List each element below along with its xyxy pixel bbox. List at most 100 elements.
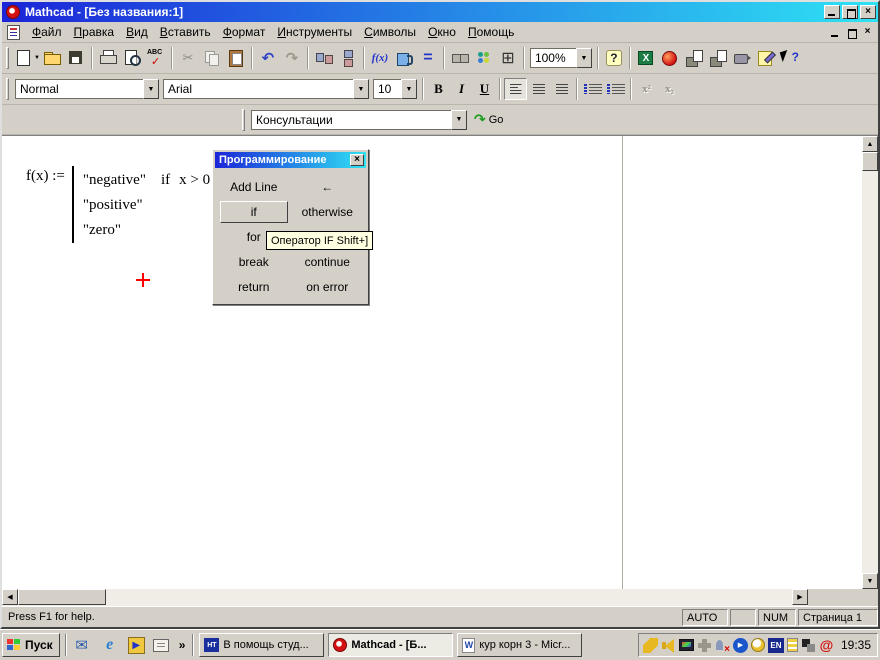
task-button-word-doc[interactable]: W кур корн 3 - Micr... [457, 633, 582, 657]
restore-button[interactable] [842, 5, 858, 19]
go-button[interactable]: ↷ Go [469, 109, 508, 131]
add-line-operator[interactable]: Add Line [230, 180, 277, 194]
horizontal-scroll-thumb[interactable] [18, 589, 106, 605]
mail-icon[interactable]: ✉ [72, 635, 92, 655]
align-across-button[interactable] [312, 46, 336, 70]
style-dropdown-button[interactable]: ▼ [143, 79, 159, 99]
open-from-web-button[interactable] [706, 46, 730, 70]
save-to-web-button[interactable] [682, 46, 706, 70]
redo-button[interactable]: ↷ [280, 46, 304, 70]
copy-button[interactable] [200, 46, 224, 70]
underline-button[interactable]: U [473, 78, 496, 100]
math-expression[interactable]: f(x) := "negative"ifx > 0 "positive" "ze… [26, 166, 210, 243]
menu-edit[interactable]: Правка [68, 22, 121, 42]
insert-component-button[interactable] [448, 46, 472, 70]
menu-insert[interactable]: Вставить [154, 22, 217, 42]
duck-tray-icon[interactable] [751, 638, 765, 652]
bullet-list-button[interactable] [581, 78, 604, 100]
for-operator[interactable]: for [247, 230, 261, 244]
insert-wizard-button[interactable] [472, 46, 496, 70]
brush-tray-icon[interactable] [643, 638, 658, 653]
minimize-button[interactable] [824, 5, 840, 19]
return-operator[interactable]: return [238, 280, 269, 294]
toolbar-grip[interactable] [242, 109, 245, 131]
align-down-button[interactable] [336, 46, 360, 70]
auto-calc-indicator[interactable]: AUTO [682, 609, 728, 626]
cut-button[interactable]: ✂ [176, 46, 200, 70]
scroll-right-button[interactable]: ▶ [792, 589, 808, 605]
vertical-scrollbar[interactable]: ▲ ▼ [862, 136, 878, 589]
size-value[interactable]: 10 [373, 79, 401, 99]
annotate-button[interactable] [754, 46, 778, 70]
font-value[interactable]: Arial [163, 79, 353, 99]
style-value[interactable]: Normal [15, 79, 143, 99]
child-close-button[interactable]: × [860, 26, 875, 39]
if-operator-button[interactable]: if [220, 201, 288, 223]
scroll-up-button[interactable]: ▲ [862, 136, 878, 152]
task-button-mathcad[interactable]: Mathcad - [Б... [328, 633, 453, 657]
resources-value[interactable]: Консультации [251, 110, 451, 130]
zoom-value[interactable]: 100% [530, 48, 576, 68]
volume-tray-icon[interactable] [661, 638, 676, 653]
undo-button[interactable]: ↶ [256, 46, 280, 70]
menu-view[interactable]: Вид [120, 22, 154, 42]
close-button[interactable]: × [860, 5, 876, 19]
on-error-operator[interactable]: on error [306, 280, 348, 294]
menu-help[interactable]: Помощь [462, 22, 520, 42]
continue-operator[interactable]: continue [305, 255, 350, 269]
messenger-tray-icon[interactable] [715, 638, 730, 653]
new-button[interactable]: ▼ [13, 46, 40, 70]
calculate-button[interactable]: = [416, 46, 440, 70]
worksheet[interactable]: f(x) := "negative"ifx > 0 "positive" "ze… [2, 136, 862, 589]
numbered-list-button[interactable] [604, 78, 627, 100]
insert-unit-button[interactable] [392, 46, 416, 70]
bold-button[interactable]: B [427, 78, 450, 100]
subscript-button[interactable]: x₂ [658, 78, 681, 100]
battery-tray-icon[interactable] [787, 638, 798, 652]
menu-symbols[interactable]: Символы [358, 22, 422, 42]
excel-component-button[interactable]: X [634, 46, 658, 70]
toolbar-grip[interactable] [6, 47, 9, 69]
language-indicator[interactable]: EN [768, 638, 784, 653]
zoom-dropdown-button[interactable]: ▼ [576, 48, 592, 68]
toolbar-grip[interactable] [6, 78, 9, 100]
print-button[interactable] [96, 46, 120, 70]
task-button-help-students[interactable]: НТ В помощь студ... [199, 633, 324, 657]
document-system-icon[interactable] [7, 25, 20, 40]
context-help-button[interactable]: ? [778, 46, 802, 70]
media-player-icon[interactable]: ▶ [128, 637, 145, 654]
otherwise-operator[interactable]: otherwise [302, 205, 353, 219]
paste-button[interactable] [224, 46, 248, 70]
size-dropdown-button[interactable]: ▼ [401, 79, 417, 99]
menu-file[interactable]: Файл [26, 22, 68, 42]
break-operator[interactable]: break [239, 255, 269, 269]
internet-explorer-icon[interactable]: e [100, 635, 120, 655]
resources-dropdown-button[interactable]: ▼ [451, 110, 467, 130]
child-restore-button[interactable] [844, 26, 859, 39]
display-tray-icon[interactable] [679, 639, 694, 651]
network-tray-icon[interactable] [697, 638, 712, 653]
palette-close-button[interactable]: × [350, 154, 364, 166]
align-right-button[interactable] [550, 78, 573, 100]
menu-tools[interactable]: Инструменты [271, 22, 358, 42]
clock[interactable]: 19:35 [841, 638, 871, 652]
superscript-button[interactable]: x² [635, 78, 658, 100]
help-button[interactable]: ? [602, 46, 626, 70]
scroll-left-button[interactable]: ◀ [2, 589, 18, 605]
at-tray-icon[interactable]: @ [819, 638, 834, 653]
mathcad-app-icon[interactable] [6, 5, 20, 19]
align-left-button[interactable] [504, 78, 527, 100]
spell-check-button[interactable]: ABC✓ [144, 46, 168, 70]
scroll-down-button[interactable]: ▼ [862, 573, 878, 589]
print-preview-button[interactable] [120, 46, 144, 70]
insert-function-button[interactable]: f(x) [368, 46, 392, 70]
animation-button[interactable] [730, 46, 754, 70]
align-center-button[interactable] [527, 78, 550, 100]
vertical-scroll-thumb[interactable] [862, 152, 878, 171]
local-assign-operator[interactable]: ← [321, 180, 333, 194]
save-button[interactable] [64, 46, 88, 70]
resource-center-button[interactable] [658, 46, 682, 70]
child-minimize-button[interactable] [828, 26, 843, 39]
squares-tray-icon[interactable] [801, 638, 816, 653]
open-button[interactable] [40, 46, 64, 70]
